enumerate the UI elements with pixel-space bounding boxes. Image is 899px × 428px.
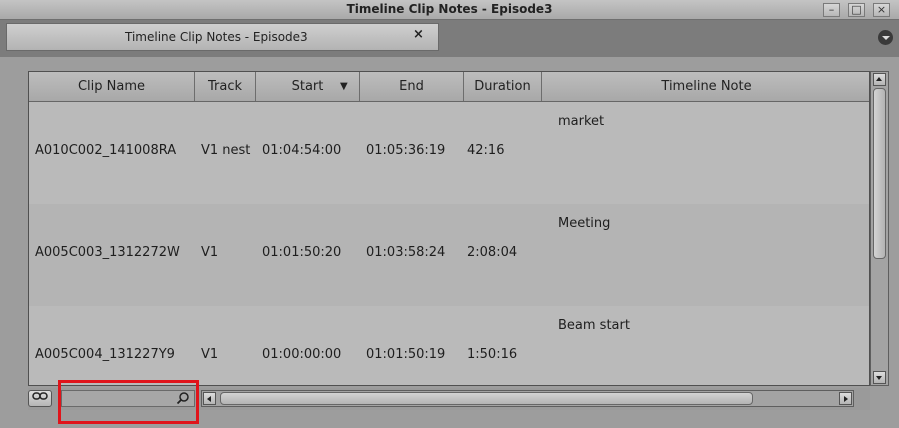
tab-bar: Timeline Clip Notes - Episode3 × [0, 20, 899, 57]
cell-duration: 42:16 [467, 143, 505, 158]
cell-clip-name: A005C003_1312272W [35, 245, 180, 260]
link-glyph [32, 392, 48, 400]
column-header-start[interactable]: Start ▼ [256, 72, 360, 101]
tab-label: Timeline Clip Notes - Episode3 [125, 30, 308, 44]
cell-start: 01:01:50:20 [262, 245, 342, 260]
table-row[interactable]: A005C004_131227Y9 V1 01:00:00:00 01:01:5… [29, 306, 869, 385]
minimize-button[interactable]: – [823, 3, 840, 17]
table-header: Clip Name Track Start ▼ End Duration Tim… [29, 72, 869, 102]
cell-clip-name: A010C002_141008RA [35, 143, 177, 158]
column-header-timeline-note[interactable]: Timeline Note [542, 72, 869, 101]
sort-descending-icon: ▼ [340, 81, 348, 92]
window-title: Timeline Clip Notes - Episode3 [346, 2, 553, 16]
cell-clip-name: A005C004_131227Y9 [35, 347, 175, 362]
cell-timeline-note: Meeting [558, 216, 611, 231]
tab-close-icon[interactable]: × [413, 27, 424, 42]
close-button[interactable]: × [873, 3, 890, 17]
cell-track: V1 [201, 347, 219, 362]
cell-timeline-note: Beam start [558, 318, 630, 333]
column-header-end[interactable]: End [360, 72, 464, 101]
tab-menu-icon[interactable] [878, 30, 893, 45]
scroll-up-arrow-icon[interactable] [873, 73, 886, 86]
cell-end: 01:05:36:19 [366, 143, 446, 158]
cell-track: V1 nest [201, 143, 251, 158]
cell-duration: 2:08:04 [467, 245, 518, 260]
maximize-button[interactable]: □ [848, 3, 865, 17]
vertical-scrollbar[interactable] [870, 71, 889, 386]
link-icon[interactable] [28, 390, 52, 407]
vertical-scroll-thumb[interactable] [873, 88, 886, 259]
cell-duration: 1:50:16 [467, 347, 518, 362]
horizontal-scrollbar[interactable] [201, 390, 854, 407]
clip-notes-panel: Clip Name Track Start ▼ End Duration Tim… [0, 57, 899, 428]
table-row[interactable]: A005C003_1312272W V1 01:01:50:20 01:03:5… [29, 204, 869, 306]
horizontal-scroll-thumb[interactable] [220, 392, 753, 405]
tab-timeline-clip-notes[interactable]: Timeline Clip Notes - Episode3 × [6, 23, 439, 51]
cell-start: 01:00:00:00 [262, 347, 342, 362]
scroll-down-arrow-icon[interactable] [873, 371, 886, 384]
column-header-start-label: Start [291, 79, 324, 94]
cell-timeline-note: market [558, 114, 605, 129]
table-row[interactable]: A010C002_141008RA V1 nest 01:04:54:00 01… [29, 102, 869, 204]
scroll-left-arrow-icon[interactable] [203, 392, 216, 405]
clip-notes-table: Clip Name Track Start ▼ End Duration Tim… [28, 71, 870, 386]
cell-track: V1 [201, 245, 219, 260]
column-header-clip-name[interactable]: Clip Name [29, 72, 195, 101]
column-header-duration[interactable]: Duration [464, 72, 542, 101]
cell-end: 01:03:58:24 [366, 245, 446, 260]
column-header-track[interactable]: Track [195, 72, 256, 101]
window-titlebar: Timeline Clip Notes - Episode3 – □ × [0, 0, 899, 20]
cell-start: 01:04:54:00 [262, 143, 342, 158]
scroll-right-arrow-icon[interactable] [839, 392, 852, 405]
search-highlight-box [58, 380, 199, 424]
cell-end: 01:01:50:19 [366, 347, 446, 362]
